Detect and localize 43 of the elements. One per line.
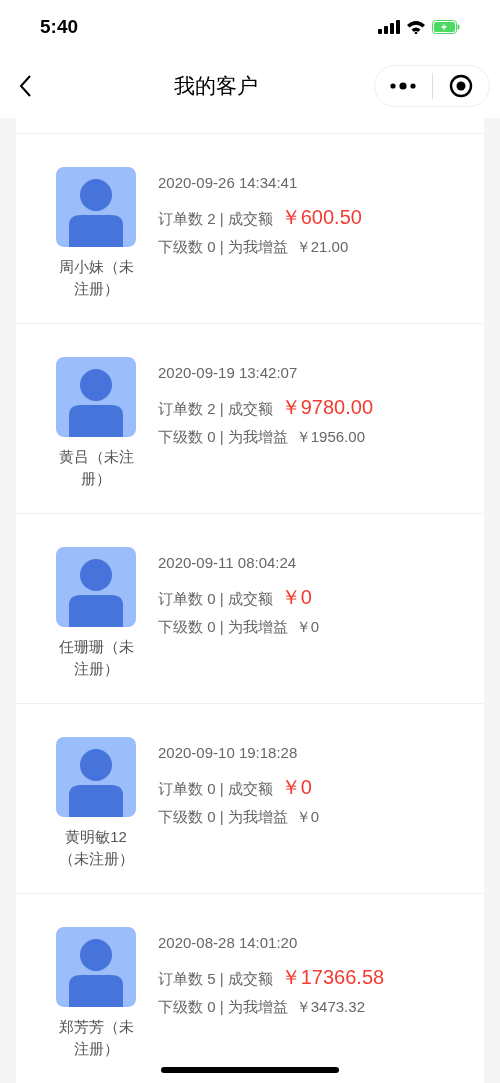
date-text: 2020-09-11 08:04:24 bbox=[158, 553, 298, 573]
earnings-text: ￥3473.32 bbox=[295, 997, 365, 1017]
earnings-text: ￥0 bbox=[295, 617, 320, 637]
customer-name: 郑芳芳（未注册） bbox=[57, 1017, 135, 1059]
earnings-text: ￥1956.00 bbox=[295, 427, 365, 447]
wifi-icon bbox=[406, 20, 426, 34]
signal-icon bbox=[378, 20, 400, 34]
earnings-label: 下级数 0 | 为我增益 bbox=[158, 617, 288, 637]
earnings-label: 下级数 0 | 为我增益 bbox=[158, 427, 288, 447]
amount-text: ￥0 bbox=[280, 585, 312, 610]
customer-name: 周小妹（未注册） bbox=[57, 257, 135, 299]
avatar-icon bbox=[56, 167, 136, 247]
orders-label: 订单数 0 | 成交额 bbox=[158, 779, 273, 799]
amount-text: ￥9780.00 bbox=[280, 395, 374, 420]
amount-text: ￥0 bbox=[280, 775, 312, 800]
orders-label: 订单数 5 | 成交额 bbox=[158, 969, 273, 989]
date-text: 2020-09-26 14:34:41 bbox=[158, 173, 299, 193]
more-icon bbox=[389, 82, 418, 90]
earnings-label: 下级数 0 | 为我增益 bbox=[158, 807, 288, 827]
earnings-text: ￥0 bbox=[295, 807, 320, 827]
orders-label: 订单数 2 | 成交额 bbox=[158, 209, 273, 229]
page-title: 我的客户 bbox=[173, 73, 259, 100]
battery-icon bbox=[432, 20, 460, 34]
date-text: 2020-09-19 13:42:07 bbox=[158, 363, 299, 383]
status-time: 5:40 bbox=[40, 14, 79, 39]
avatar-icon bbox=[56, 737, 136, 817]
back-icon bbox=[18, 74, 32, 98]
avatar-icon bbox=[56, 357, 136, 437]
earnings-label: 下级数 0 | 为我增益 bbox=[158, 237, 288, 257]
avatar-icon bbox=[56, 927, 136, 1007]
orders-label: 订单数 2 | 成交额 bbox=[158, 399, 273, 419]
amount-text: ￥600.50 bbox=[280, 205, 362, 230]
orders-label: 订单数 0 | 成交额 bbox=[158, 589, 273, 609]
target-icon bbox=[448, 74, 473, 98]
date-text: 2020-09-10 19:18:28 bbox=[158, 743, 299, 763]
amount-text: ￥17366.58 bbox=[280, 965, 385, 990]
customer-name: 黄明敏12（未注册） bbox=[57, 827, 135, 869]
avatar-icon bbox=[56, 547, 136, 627]
earnings-label: 下级数 0 | 为我增益 bbox=[158, 997, 288, 1017]
customer-name: 黄吕（未注册） bbox=[57, 447, 135, 489]
customer-name: 任珊珊（未注册） bbox=[57, 637, 135, 679]
date-text: 2020-08-28 14:01:20 bbox=[158, 933, 299, 953]
earnings-text: ￥21.00 bbox=[295, 237, 349, 257]
